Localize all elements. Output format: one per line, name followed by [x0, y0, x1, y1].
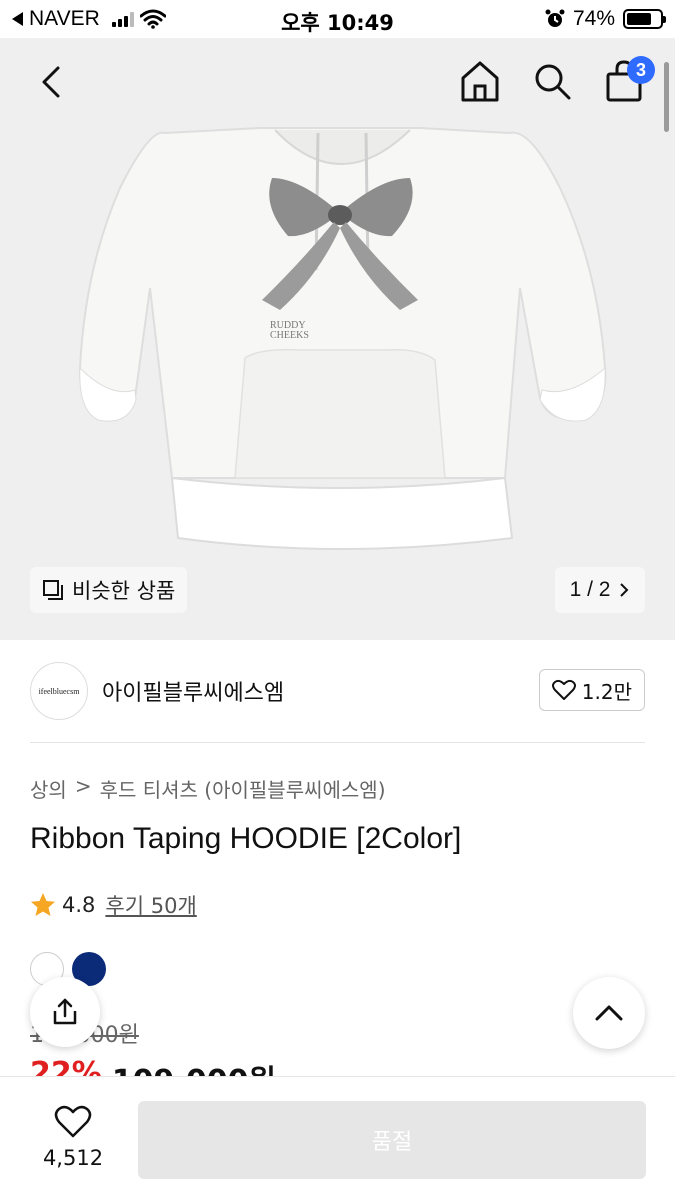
brand-like-count: 1.2만 — [581, 679, 632, 704]
brand-row[interactable]: ifeelbluecsm 아이필블루씨에스엠 1.2만 — [30, 660, 645, 722]
brand-logo[interactable]: ifeelbluecsm — [30, 662, 88, 720]
bottom-action-bar: 4,512 품절 — [0, 1076, 675, 1200]
brand-like-button[interactable]: 1.2만 — [538, 669, 645, 711]
cart-button[interactable]: 3 — [603, 56, 655, 104]
header-actions: 3 — [459, 56, 655, 104]
scroll-top-button[interactable] — [573, 977, 645, 1049]
scrollbar[interactable] — [664, 62, 669, 132]
rating-row: 4.8 후기 50개 — [30, 890, 197, 920]
star-icon — [31, 893, 55, 916]
cart-count-badge: 3 — [627, 56, 655, 84]
chevron-right-icon — [620, 583, 629, 597]
back-button[interactable] — [36, 62, 68, 102]
similar-products-button[interactable]: 비슷한 상품 — [30, 567, 188, 613]
chevron-up-icon — [595, 1005, 623, 1021]
search-icon — [535, 64, 571, 100]
page-indicator: 1 / 2 — [569, 578, 611, 601]
image-page-counter[interactable]: 1 / 2 — [555, 567, 645, 613]
similar-products-label: 비슷한 상품 — [72, 579, 176, 603]
status-bar: NAVER 오후 10:49 74% — [0, 0, 675, 38]
share-icon — [53, 998, 77, 1025]
heart-icon — [551, 679, 576, 700]
battery-icon — [623, 9, 666, 29]
breadcrumb-separator: > — [74, 774, 92, 798]
search-button[interactable] — [531, 58, 573, 104]
brand-name[interactable]: 아이필블루씨에스엠 — [102, 675, 284, 707]
wishlist-count: 4,512 — [42, 1146, 104, 1170]
home-button[interactable] — [459, 58, 501, 104]
hoodie-product-image: RUDDY CHEEKS — [78, 127, 607, 550]
home-icon — [461, 61, 499, 102]
product-title: Ribbon Taping HOODIE [2Color] — [30, 822, 462, 855]
battery-percent: 74% — [572, 7, 615, 30]
share-button[interactable] — [30, 977, 100, 1047]
alarm-icon — [545, 9, 565, 27]
heart-icon — [54, 1105, 92, 1138]
chevron-left-icon — [42, 66, 60, 98]
divider — [30, 742, 645, 743]
breadcrumb-subcategory[interactable]: 후드 티셔츠 (아이필블루씨에스엠) — [100, 774, 386, 803]
reviews-link[interactable]: 후기 50개 — [105, 890, 196, 920]
svg-text:CHEEKS: CHEEKS — [270, 330, 309, 341]
sold-out-button[interactable]: 품절 — [138, 1101, 646, 1179]
rating-value: 4.8 — [62, 893, 96, 917]
wishlist-button[interactable]: 4,512 — [38, 1105, 108, 1170]
breadcrumb-category[interactable]: 상의 — [30, 774, 67, 803]
product-image-gallery[interactable]: RUDDY CHEEKS — [0, 38, 675, 640]
status-right: 74% — [545, 7, 666, 31]
similar-products-icon — [43, 580, 63, 600]
breadcrumb: 상의 > 후드 티셔츠 (아이필블루씨에스엠) — [30, 774, 386, 803]
